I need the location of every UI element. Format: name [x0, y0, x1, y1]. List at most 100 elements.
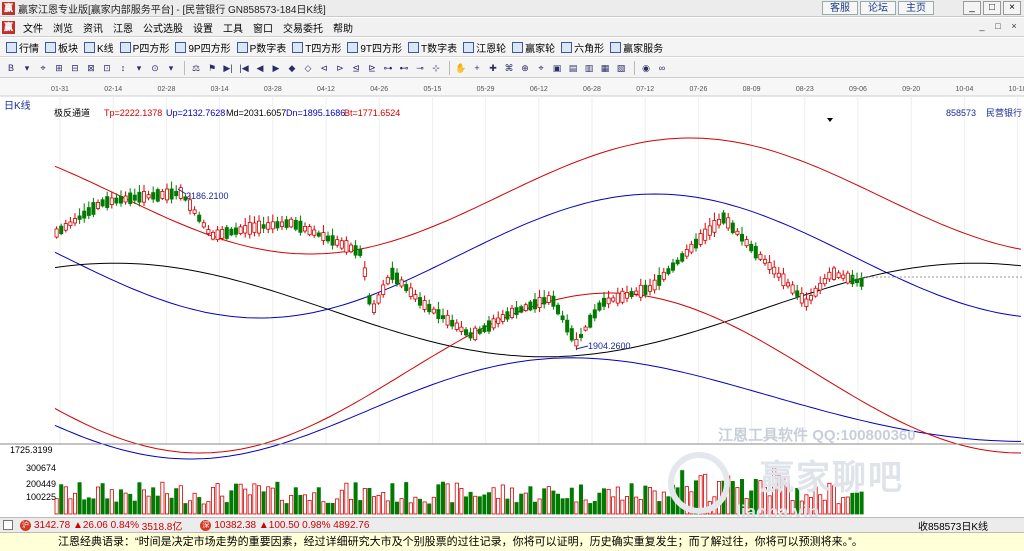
volume-bar [59, 484, 64, 515]
tool-button-icon[interactable]: ⌘ [502, 61, 516, 75]
volume-bar [330, 502, 335, 515]
tool-button-icon[interactable]: ▧ [614, 61, 628, 75]
close-button[interactable]: × [1003, 1, 1021, 15]
candle-body [744, 239, 749, 247]
menu-app-icon[interactable]: 赢 [2, 20, 15, 34]
tool-button-icon[interactable]: ▾ [20, 61, 34, 75]
shanghai-index-icon[interactable]: 沪 [20, 519, 31, 531]
toolbar-wheel-button[interactable]: 江恩轮 [463, 40, 506, 55]
menu-formula[interactable]: 公式选股 [138, 20, 188, 35]
toolbar-t-table-button[interactable]: T数字表 [408, 40, 457, 55]
tool-button-icon[interactable]: ⊞ [52, 61, 66, 75]
tool-button-icon[interactable]: ⊷ [397, 61, 411, 75]
tool-button-icon[interactable]: ▥ [582, 61, 596, 75]
volume-bar [344, 482, 349, 515]
tool-button-icon[interactable]: ▾ [132, 61, 146, 75]
tool-button-icon[interactable]: ▦ [598, 61, 612, 75]
menu-info[interactable]: 资讯 [78, 20, 108, 35]
volume-bar [160, 481, 165, 515]
tool-button-icon[interactable]: ▤ [566, 61, 580, 75]
menu-help[interactable]: 帮助 [328, 20, 358, 35]
volume-bar [417, 498, 422, 515]
tool-button-icon[interactable]: ⊶ [381, 61, 395, 75]
toolbar-t-square-button[interactable]: T四方形 [292, 40, 341, 55]
forum-link[interactable]: 论坛 [860, 1, 896, 15]
toolbar-9p-square-button[interactable]: 9P四方形 [175, 40, 231, 55]
candle-body [123, 195, 128, 203]
tool-button-icon[interactable]: ◀ [253, 61, 267, 75]
tool-button-icon[interactable]: ⊳ [333, 61, 347, 75]
maximize-button[interactable]: □ [983, 1, 1001, 15]
home-link[interactable]: 主页 [898, 1, 934, 15]
toolbar-grid-button[interactable]: 行情 [6, 40, 39, 55]
toolbar-hexagon-button[interactable]: 六角形 [561, 40, 604, 55]
toolbar-p-table-button[interactable]: P数字表 [236, 40, 286, 55]
volume-bar [96, 486, 101, 515]
mdi-restore-button[interactable]: □ [991, 20, 1005, 33]
tool-button-icon[interactable]: ⌖ [36, 61, 50, 75]
toolbar-blocks-button[interactable]: 板块 [45, 40, 78, 55]
menu-gann[interactable]: 江恩 [108, 20, 138, 35]
toolbar-9t-square-button[interactable]: 9T四方形 [347, 40, 402, 55]
tool-button-icon[interactable]: ◆ [285, 61, 299, 75]
mdi-minimize-button[interactable]: _ [975, 20, 989, 33]
date-tick-label: 02-28 [157, 86, 175, 93]
candle-body [726, 217, 731, 229]
tool-button-icon[interactable]: ⊙ [148, 61, 162, 75]
tool-button-icon[interactable]: ✚ [486, 61, 500, 75]
tool-button-icon[interactable]: ⚖ [189, 61, 203, 75]
candle-body [54, 228, 59, 238]
tool-button-icon[interactable]: ⊠ [84, 61, 98, 75]
tool-button-icon[interactable]: ↕ [116, 61, 130, 75]
tool-button-icon[interactable]: |◀ [237, 61, 251, 75]
tool-button-icon[interactable]: ✋ [454, 61, 468, 75]
tool-button-icon[interactable]: ∞ [655, 61, 669, 75]
menu-tools[interactable]: 工具 [218, 20, 248, 35]
tool-button-icon[interactable]: ⊲ [317, 61, 331, 75]
toolbar-p-square-button[interactable]: P四方形 [119, 40, 169, 55]
tool-button-icon[interactable]: ▶ [269, 61, 283, 75]
dropdown-caret-icon[interactable] [827, 118, 833, 122]
candle-body [735, 230, 740, 235]
toolbar-label: 9T四方形 [360, 43, 403, 55]
tool-button-icon[interactable]: ▾ [164, 61, 178, 75]
tool-button-icon[interactable]: ▣ [550, 61, 564, 75]
tool-button-icon[interactable]: ◉ [639, 61, 653, 75]
toolbar-dollar-button[interactable]: 赢家服务 [610, 40, 663, 55]
candle-body [602, 297, 607, 307]
service-link[interactable]: 客服 [822, 1, 858, 15]
menu-settings[interactable]: 设置 [188, 20, 218, 35]
title-links: 客服 论坛 主页 [822, 1, 934, 15]
layout-icon[interactable] [3, 520, 13, 530]
indicator-md: Md=2031.6057 [226, 108, 286, 118]
tool-button-icon[interactable]: + [470, 61, 484, 75]
tool-button-icon[interactable]: ⌖ [534, 61, 548, 75]
tool-button-icon[interactable]: ⚑ [205, 61, 219, 75]
tool-button-icon[interactable]: ◇ [301, 61, 315, 75]
candle-body [799, 292, 804, 304]
tool-button-icon[interactable]: ⊴ [349, 61, 363, 75]
tool-button-icon[interactable]: B [4, 61, 18, 75]
low-pointer [575, 345, 589, 350]
volume-bar [155, 495, 160, 515]
tool-button-icon[interactable]: ⊸ [413, 61, 427, 75]
shenzhen-index-icon[interactable]: 深 [200, 519, 212, 531]
toolbar-winner-wheel-button[interactable]: 赢家轮 [512, 40, 555, 55]
drawing-toolbar: B ▾ ⌖ ⊞ ⊟ ⊠ ⊡ ↕ ▾ ⊙ ▾ ⚖ ⚑ ▶| |◀ ◀ ▶ ◆ ◇ ⊲ ⊳ ⊴ ⊵ ⊶ ⊷ ⊸ ⊹ ✋ + ✚ ⌘ ⊕ ⌖ ▣ ▤ ▥ ▦ ▧… [0, 58, 1024, 78]
tool-button-icon[interactable]: ⊟ [68, 61, 82, 75]
period-label: 日K线 [4, 99, 31, 112]
menu-window[interactable]: 窗口 [248, 20, 278, 35]
tool-button-icon[interactable]: ⊵ [365, 61, 379, 75]
menu-trade[interactable]: 交易委托 [278, 20, 328, 35]
tool-button-icon[interactable]: ⊡ [100, 61, 114, 75]
menu-file[interactable]: 文件 [18, 20, 48, 35]
tool-button-icon[interactable]: ▶| [221, 61, 235, 75]
tool-button-icon[interactable]: ⊹ [429, 61, 443, 75]
grid-icon [6, 41, 17, 53]
mdi-close-button[interactable]: × [1007, 20, 1021, 33]
tool-button-icon[interactable]: ⊕ [518, 61, 532, 75]
menu-browse[interactable]: 浏览 [48, 20, 78, 35]
toolbar-candle-button[interactable]: K线 [84, 40, 114, 55]
candle-body [648, 285, 653, 292]
minimize-button[interactable]: _ [963, 1, 981, 15]
